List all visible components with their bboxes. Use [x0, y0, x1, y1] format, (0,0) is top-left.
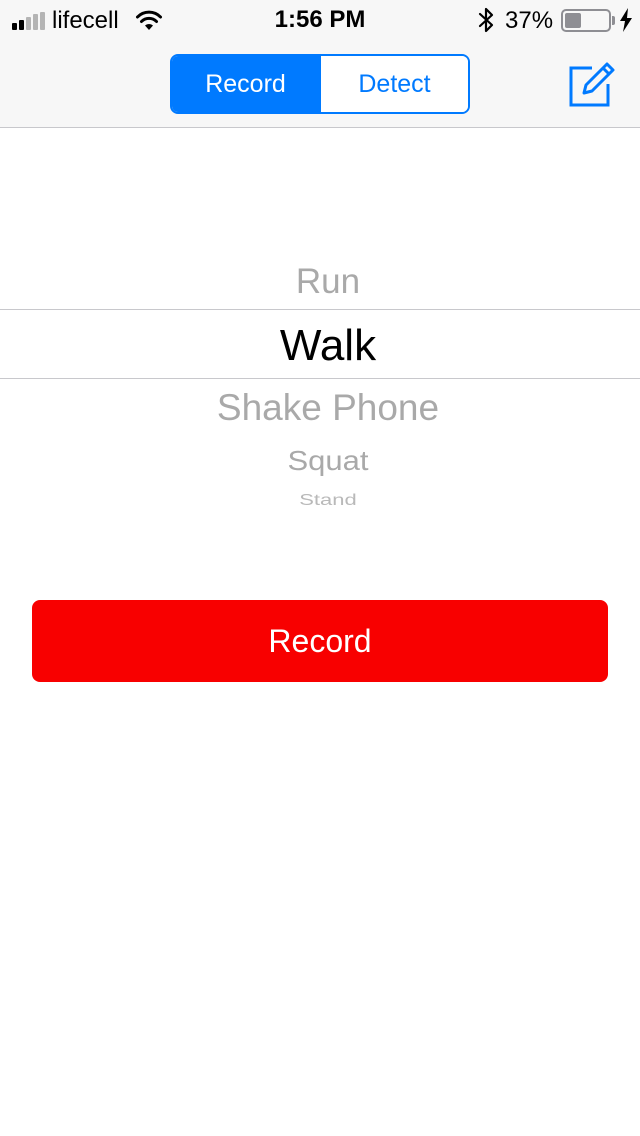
- picker-item-run[interactable]: Run: [0, 262, 640, 302]
- mode-segmented-control: Record Detect: [170, 54, 470, 114]
- top-bar: lifecell 1:56 PM 37% Record Detect: [0, 0, 640, 128]
- segment-detect[interactable]: Detect: [319, 56, 468, 112]
- compose-icon[interactable]: [568, 60, 616, 108]
- screen: lifecell 1:56 PM 37% Record Detect Run W…: [0, 0, 640, 1136]
- battery-tip: [612, 16, 615, 25]
- record-button[interactable]: Record: [32, 600, 608, 682]
- bluetooth-icon: [478, 7, 494, 33]
- charging-bolt-icon: [620, 8, 632, 32]
- picker-item-squat[interactable]: Squat: [0, 445, 640, 477]
- activity-picker[interactable]: Run Walk Shake Phone Squat Stand: [0, 128, 640, 548]
- picker-item-stand[interactable]: Stand: [0, 491, 640, 510]
- picker-item-shake-phone[interactable]: Shake Phone: [0, 387, 640, 429]
- battery-percent: 37%: [505, 7, 554, 34]
- battery-icon: [561, 9, 611, 32]
- battery-level-fill: [565, 13, 581, 28]
- picker-selection-top-line: [0, 309, 640, 310]
- status-bar: lifecell 1:56 PM 37%: [0, 0, 640, 40]
- picker-selection-bottom-line: [0, 378, 640, 379]
- picker-item-walk-selected[interactable]: Walk: [0, 321, 640, 371]
- segment-record[interactable]: Record: [172, 56, 319, 112]
